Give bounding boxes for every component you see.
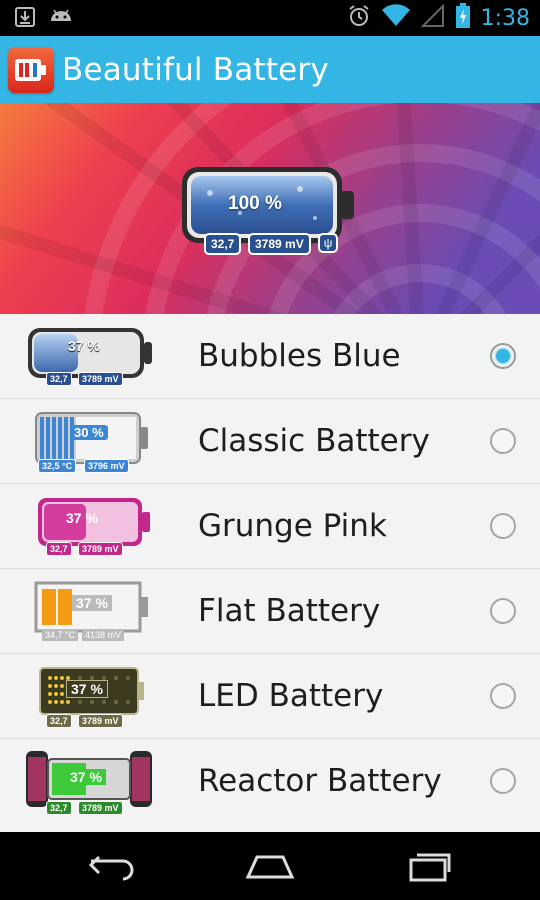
reactor-battery-temp: 32,7 [46,801,72,815]
hero-voltage-badge: 3789 mV [248,233,311,255]
wifi-icon [381,4,411,33]
list-item-reactor-battery[interactable]: 37 % 32,7 3789 mV Reactor Battery [0,739,540,824]
flat-battery-preview: 37 % 34,7 °C 4138 mV [20,577,160,647]
android-icon [48,7,74,32]
theme-name-bubbles-blue: Bubbles Blue [198,338,401,374]
reactor-battery-preview: 37 % 32,7 3789 mV [20,747,160,817]
classic-battery-preview: 30 % 32,5 °C 3796 mV [20,407,160,477]
status-bar: 1:38 [0,0,540,36]
navigation-bar [0,832,540,900]
flat-battery-percent: 37 % [72,595,112,611]
action-bar: Beautiful Battery [0,36,540,103]
led-battery-temp: 32,7 [46,714,72,728]
radio-bubbles-blue[interactable] [490,343,516,369]
theme-name-reactor-battery: Reactor Battery [198,763,442,799]
list-item-led-battery[interactable]: 37 % 32,7 3789 mV LED Battery [0,654,540,739]
flat-battery-temp: 34,7 °C [42,629,79,641]
radio-led-battery[interactable] [490,683,516,709]
theme-name-flat-battery: Flat Battery [198,593,381,629]
bubbles-blue-voltage: 3789 mV [78,372,123,386]
grunge-pink-preview: 37 % 32,7 3789 mV [20,492,160,562]
led-battery-percent: 37 % [66,680,108,698]
signal-icon [420,3,445,33]
flat-battery-voltage: 4138 mV [82,629,125,641]
grunge-pink-temp: 32,7 [46,542,72,556]
bubbles-blue-percent: 37 % [68,338,100,354]
radio-selected-dot [496,349,510,363]
home-icon[interactable] [240,846,300,886]
classic-battery-percent: 30 % [70,425,108,440]
radio-flat-battery[interactable] [490,598,516,624]
classic-battery-temp: 32,5 °C [38,459,77,473]
radio-reactor-battery[interactable] [490,768,516,794]
grunge-pink-voltage: 3789 mV [78,542,123,556]
theme-list: 37 % 32,7 3789 mV Bubbles Blue 30 % 32,5… [0,314,540,832]
reactor-battery-voltage: 3789 mV [78,801,123,815]
hero-banner: 100 % 32,7 3789 mV ψ [0,103,540,314]
theme-name-led-battery: LED Battery [198,678,384,714]
back-icon[interactable] [82,846,142,886]
hero-temperature-badge: 32,7 [204,233,242,255]
radio-classic-battery[interactable] [490,428,516,454]
list-item-bubbles-blue[interactable]: 37 % 32,7 3789 mV Bubbles Blue [0,314,540,399]
battery-app-icon[interactable] [8,46,54,93]
download-icon [14,6,36,33]
led-battery-preview: 37 % 32,7 3789 mV [20,662,160,732]
hero-battery-widget: 100 % 32,7 3789 mV ψ [180,163,360,255]
theme-name-grunge-pink: Grunge Pink [198,508,387,544]
hero-percent: 100 % [228,193,282,214]
grunge-pink-percent: 37 % [66,510,98,526]
usb-icon: ψ [318,233,338,253]
radio-grunge-pink[interactable] [490,513,516,539]
app-title: Beautiful Battery [62,51,329,88]
recents-icon[interactable] [398,846,458,886]
theme-name-classic-battery: Classic Battery [198,423,430,459]
alarm-icon [347,4,371,33]
list-item-flat-battery[interactable]: 37 % 34,7 °C 4138 mV Flat Battery [0,569,540,654]
reactor-battery-percent: 37 % [66,769,106,785]
led-battery-voltage: 3789 mV [78,714,123,728]
bubbles-blue-preview: 37 % 32,7 3789 mV [20,322,160,392]
status-clock: 1:38 [480,6,530,31]
battery-charging-icon [455,3,471,34]
list-item-grunge-pink[interactable]: 37 % 32,7 3789 mV Grunge Pink [0,484,540,569]
classic-battery-voltage: 3796 mV [84,459,129,473]
bubbles-blue-temp: 32,7 [46,372,72,386]
list-item-classic-battery[interactable]: 30 % 32,5 °C 3796 mV Classic Battery [0,399,540,484]
